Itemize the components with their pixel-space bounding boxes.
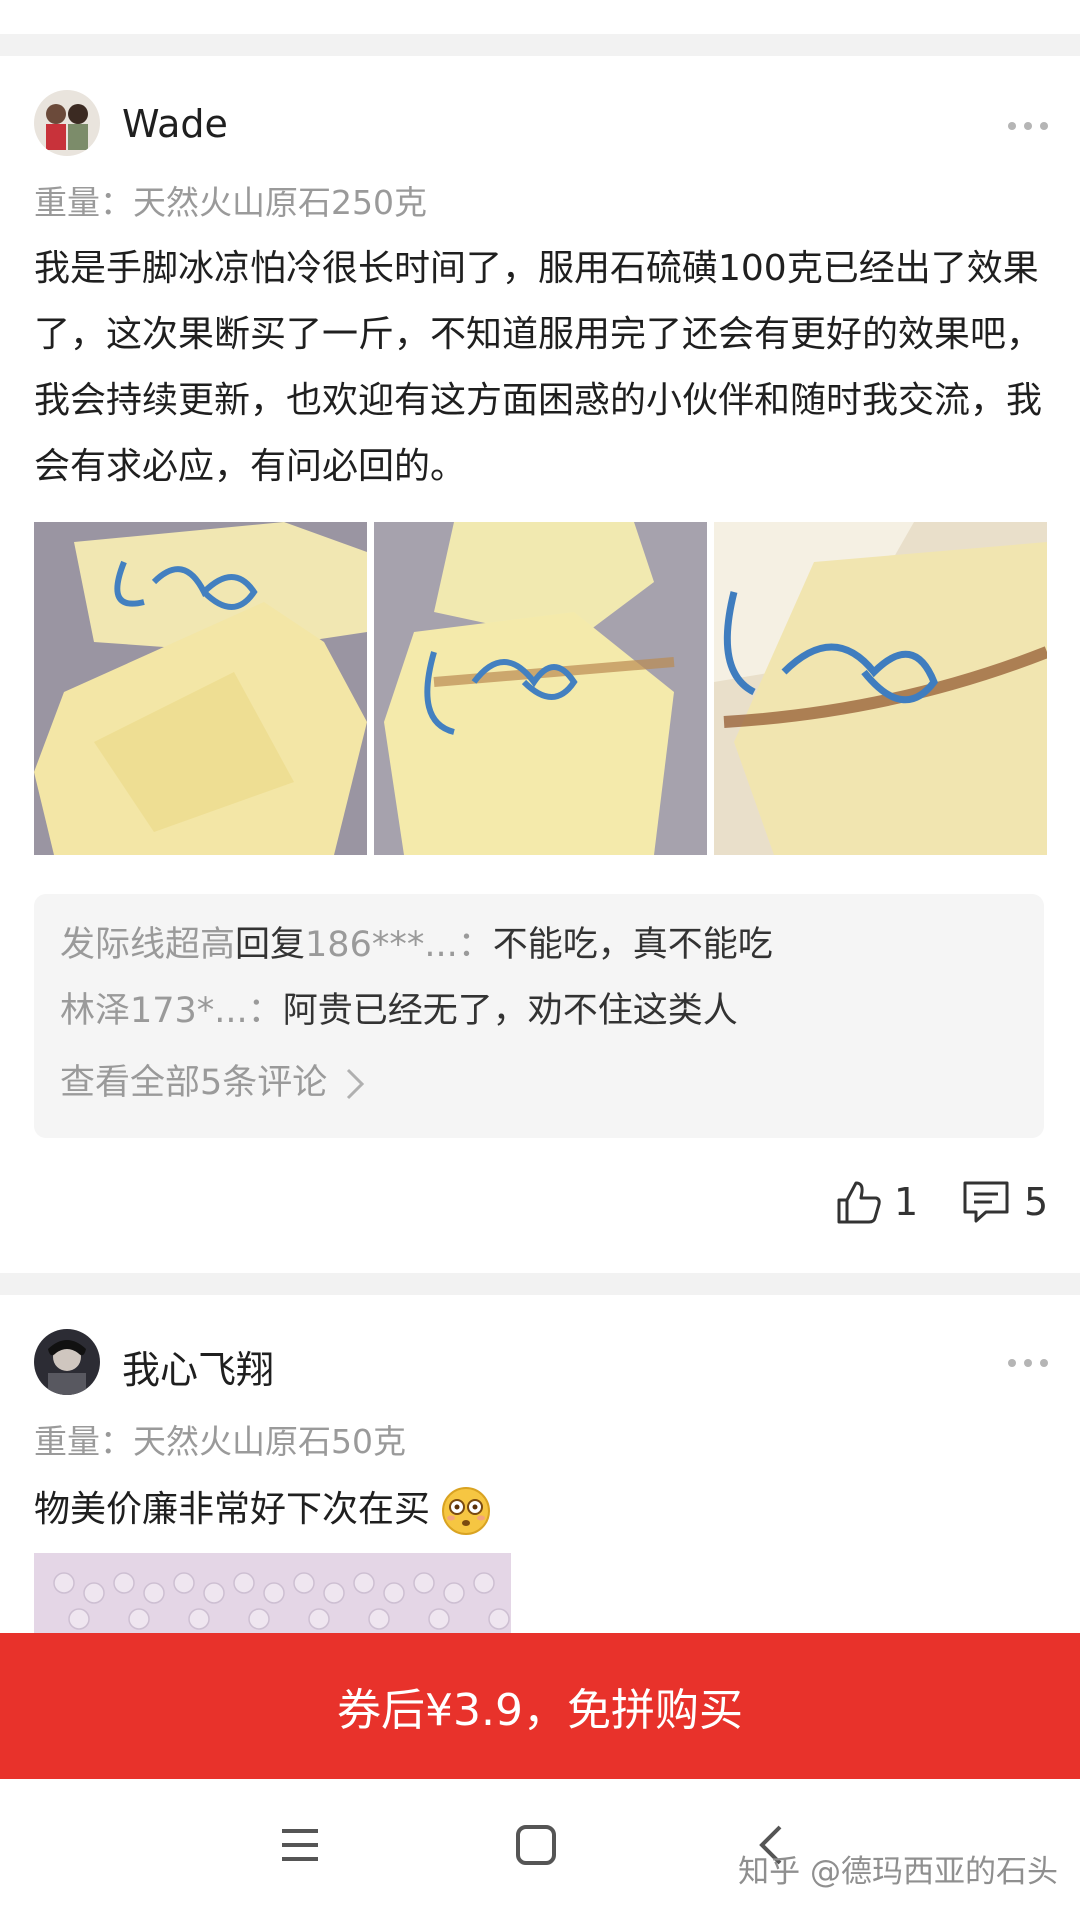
home-square-icon xyxy=(516,1825,556,1865)
review-text: 我是手脚冰凉怕冷很长时间了，服用石硫磺100克已经出了效果了，这次果断买了一斤，… xyxy=(34,248,1043,487)
reply-line: 林泽173*...：阿贵已经无了，劝不住这类人 xyxy=(60,982,738,1033)
username[interactable]: Wade xyxy=(122,102,228,146)
avatar[interactable] xyxy=(34,90,100,156)
view-all-comments-link[interactable]: 查看全部5条评论 xyxy=(60,1054,366,1105)
more-options-icon[interactable] xyxy=(1008,1357,1048,1369)
section-divider xyxy=(0,1273,1080,1295)
top-divider-gray xyxy=(0,34,1080,56)
menu-icon xyxy=(282,1829,318,1861)
thumbs-up-icon xyxy=(837,1181,881,1224)
review-photo[interactable] xyxy=(714,522,1047,855)
watermark: 知乎 @德玛西亚的石头 xyxy=(738,1854,1058,1890)
review-photo[interactable] xyxy=(34,1553,511,1633)
buy-button[interactable]: 券后¥3.9，免拼购买 xyxy=(0,1633,1080,1779)
reply-line: 发际线超高回复186***...：不能吃，真不能吃 xyxy=(60,916,773,967)
home-nav-button[interactable] xyxy=(506,1815,566,1875)
reply-text: 阿贵已经无了，劝不住这类人 xyxy=(282,991,738,1031)
review-card: 我心飞翔 重量：天然火山原石50克 物美价廉非常好下次在买 xyxy=(0,1295,1080,1633)
reply-author: 林泽173*...： xyxy=(60,991,283,1031)
comment-button[interactable]: 5 xyxy=(962,1180,1048,1224)
review-text-content: 物美价廉非常好下次在买 xyxy=(34,1489,431,1530)
review-text: 物美价廉非常好下次在买 xyxy=(34,1477,1049,1543)
like-count: 1 xyxy=(894,1180,919,1224)
menu-nav-button[interactable] xyxy=(270,1815,330,1875)
review-photo[interactable] xyxy=(374,522,707,855)
chevron-right-icon xyxy=(347,1068,365,1100)
reply-keyword: 回复 xyxy=(235,925,306,965)
dazed-face-emoji-icon xyxy=(442,1487,491,1535)
avatar[interactable] xyxy=(34,1329,100,1395)
system-nav-bar xyxy=(0,1779,1080,1911)
reply-text: 不能吃，真不能吃 xyxy=(492,925,773,965)
comment-icon xyxy=(963,1181,1009,1223)
more-options-icon[interactable] xyxy=(1008,120,1048,132)
like-button[interactable]: 1 xyxy=(836,1180,918,1224)
reply-preview[interactable]: 发际线超高回复186***...：不能吃，真不能吃 林泽173*...：阿贵已经… xyxy=(34,894,1044,1138)
view-all-label: 查看全部5条评论 xyxy=(60,1063,328,1103)
sku-info: 重量：天然火山原石50克 xyxy=(34,1422,406,1461)
review-photo[interactable] xyxy=(34,522,367,855)
username[interactable]: 我心飞翔 xyxy=(122,1339,274,1394)
comment-count: 5 xyxy=(1024,1180,1049,1224)
review-card: Wade 重量：天然火山原石250克 我是手脚冰凉怕冷很长时间了，服用石硫磺10… xyxy=(0,58,1080,1273)
reply-target: 186***...： xyxy=(305,925,493,965)
reply-author: 发际线超高 xyxy=(60,925,236,965)
sku-info: 重量：天然火山原石250克 xyxy=(34,183,427,222)
